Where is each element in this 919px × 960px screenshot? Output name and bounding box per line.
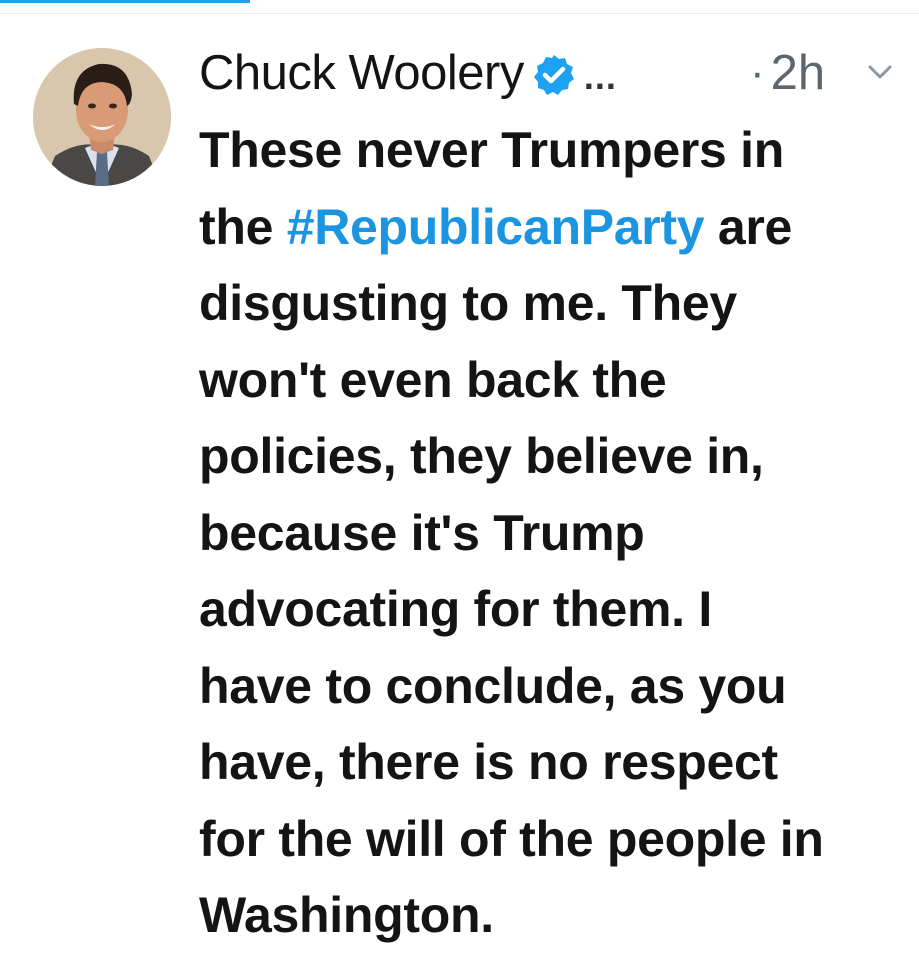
tweet-text-segment: policies, they believe in, <box>199 428 764 484</box>
verified-badge-icon <box>532 53 576 97</box>
truncation-ellipsis: ... <box>583 56 617 97</box>
active-tab-indicator <box>0 0 250 3</box>
tweet-text-segment: advocating for them. I <box>199 581 712 637</box>
tweet-text-segment: are <box>704 198 793 255</box>
tweet-text-line: have, there is no respect <box>199 724 904 801</box>
tweet-text-line: the #RepublicanParty are <box>199 189 904 266</box>
tweet-text-line: policies, they believe in, <box>199 418 904 495</box>
tweet-text-segment: Washington. <box>199 887 494 943</box>
tweet-text-segment: because it's Trump <box>199 504 645 561</box>
tweet-text-line: Washington. <box>199 877 904 954</box>
tweet-text-line: because it's Trump <box>199 495 904 572</box>
chevron-down-icon[interactable] <box>866 60 894 84</box>
tweet-timestamp[interactable]: · 2h <box>750 40 825 106</box>
hashtag-link[interactable]: #RepublicanParty <box>287 199 705 255</box>
timestamp-text: 2h <box>770 46 826 100</box>
tweet-header: Chuck Woolery ... <box>199 40 617 106</box>
tweet-text-line: advocating for them. I <box>199 571 904 648</box>
author-name[interactable]: Chuck Woolery <box>199 45 524 101</box>
tweet-text-segment: won't even back the <box>199 351 667 408</box>
tweet-body: These never Trumpers in the #RepublicanPa… <box>199 112 904 954</box>
tweet-text-segment: These never Trumpers in <box>199 122 784 178</box>
tweet-text-line: have to conclude, as you <box>199 648 904 725</box>
tweet-text-line: disgusting to me. They <box>199 265 904 342</box>
profile-photo-icon <box>33 48 171 186</box>
tweet-text-segment: disgusting to me. They <box>199 275 737 331</box>
tweet-text-segment: the <box>199 198 287 255</box>
avatar[interactable] <box>33 48 171 186</box>
tweet-text-line: for the will of the people in <box>199 801 904 878</box>
separator-dot: · <box>750 48 765 97</box>
tweet-text-segment: have, there is no respect <box>199 734 778 790</box>
tweet-text-line: These never Trumpers in <box>199 112 904 189</box>
tweet-text-line: won't even back the <box>199 342 904 419</box>
tweet-text-segment: for the will of the people in <box>199 810 824 867</box>
tweet-text-segment: have to conclude, as you <box>199 657 787 714</box>
